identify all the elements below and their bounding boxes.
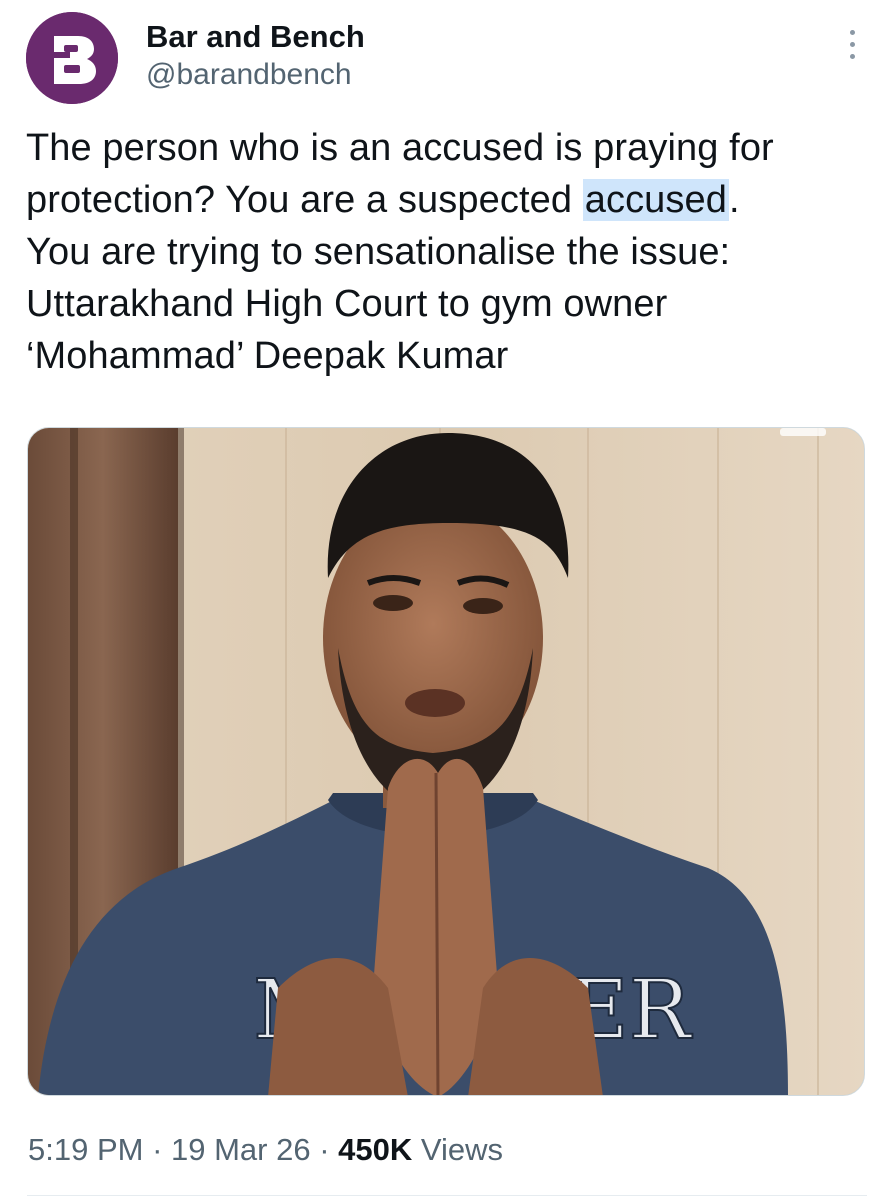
tweet-line: ‘Mohammad’ Deepak Kumar	[26, 335, 509, 377]
views-count[interactable]: 450K	[338, 1132, 412, 1167]
tweet-line: The person who is an accused is praying …	[26, 127, 774, 169]
tweet-header: Bar and Bench @barandbench	[26, 10, 866, 105]
meta-separator: ·	[143, 1132, 172, 1167]
author-names: Bar and Bench @barandbench	[146, 18, 365, 93]
tweet-time[interactable]: 5:19 PM	[28, 1132, 143, 1167]
bar-and-bench-logo-icon	[26, 12, 118, 104]
views-label: Views	[412, 1132, 504, 1167]
tweet-line: Uttarakhand High Court to gym owner	[26, 283, 668, 325]
divider	[27, 1195, 867, 1196]
tweet-text: The person who is an accused is praying …	[26, 122, 866, 382]
author-display-name[interactable]: Bar and Bench	[146, 18, 365, 56]
tweet-meta: 5:19 PM · 19 Mar 26 · 450K Views	[28, 1130, 503, 1170]
tweet-line: You are trying to sensationalise the iss…	[26, 231, 731, 273]
tweet-line: protection? You are a suspected accused.	[26, 174, 866, 226]
tweet-date[interactable]: 19 Mar 26	[171, 1132, 311, 1167]
avatar[interactable]	[26, 12, 118, 104]
man-praying-hands-photo: MA STER	[28, 428, 864, 1095]
highlighted-word: accused	[582, 179, 729, 221]
tweet-line-segment: .	[728, 179, 740, 221]
meta-separator: ·	[310, 1132, 339, 1167]
tweet-media-image[interactable]: MA STER	[27, 427, 865, 1096]
tweet-line-segment: protection? You are a suspected	[26, 179, 583, 221]
author-handle[interactable]: @barandbench	[146, 57, 365, 93]
more-vertical-icon[interactable]	[842, 30, 862, 70]
